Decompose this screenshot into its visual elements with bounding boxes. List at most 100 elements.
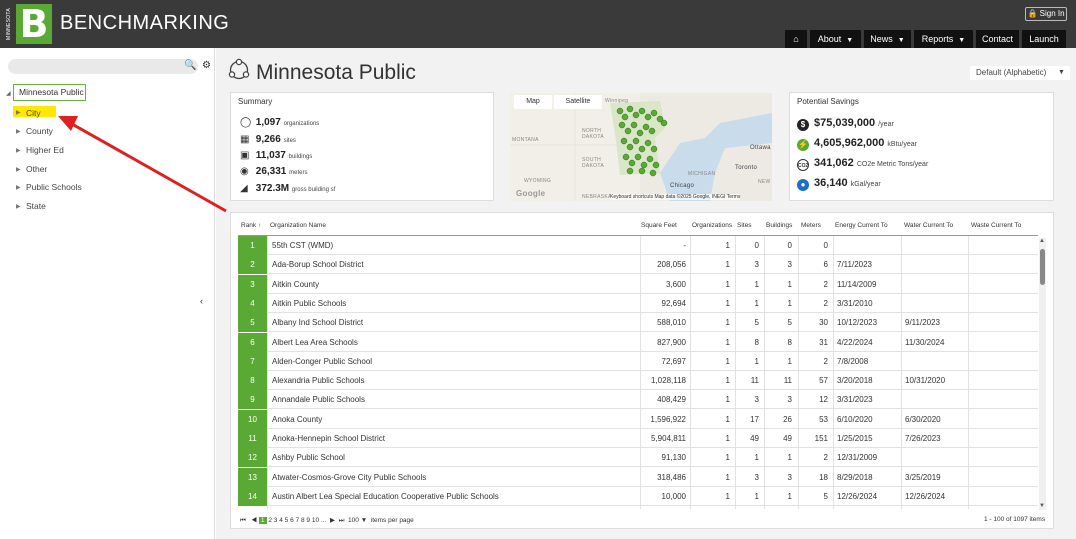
nav-launch[interactable]: Launch [1022,30,1066,48]
name-cell[interactable]: Alden-Conger Public School [272,352,632,371]
brand-title[interactable]: BENCHMARKING [60,12,229,35]
expand-arrow-icon[interactable]: ▶ [16,109,21,116]
table-row[interactable]: 8 Alexandria Public Schools 1,028,118 1 11 11… [238,371,1038,391]
table-row[interactable]: 11 Anoka-Hennepin School District 5,904,81… [238,429,1038,448]
col-organizations[interactable]: Organizations [692,222,732,229]
sign-in-button[interactable]: 🔒 Sign In [1025,7,1067,21]
name-cell[interactable]: Anoka-Hennepin School District [272,429,632,448]
sort-select[interactable]: Default (Alphabetic) ▼ [970,66,1070,80]
col-square-feet[interactable]: Square Feet [641,222,677,229]
nav-contact[interactable]: Contact [976,30,1019,48]
col-meters[interactable]: Meters [801,222,821,229]
scroll-down-icon[interactable]: ▼ [1039,503,1045,509]
nav-reports[interactable]: Reports ▼ [914,30,973,48]
chevron-down-icon: ▼ [846,37,854,44]
page-4[interactable]: 4 [279,517,283,524]
name-cell[interactable]: Aitkin County [272,275,632,294]
col-sites[interactable]: Sites [737,222,751,229]
table-row[interactable]: 2 Ada-Borup School District 208,056 1 3 3 6 7/1… [238,255,1038,275]
table-scrollbar-thumb[interactable] [1040,249,1045,285]
prev-page-button[interactable]: ◀ [251,517,257,524]
nav-news[interactable]: News ▼ [864,30,911,48]
first-page-button[interactable]: ⏮ [240,517,246,524]
search-icon[interactable]: 🔍 [184,60,196,71]
pager: ⏮ ◀ 1 2 3 4 5 6 7 8 9 10 ... ▶ ⏭ 100 ▼ i… [240,516,414,525]
page-5[interactable]: 5 [285,517,289,524]
col-water-current-to[interactable]: Water Current To [904,222,953,229]
col-energy-current-to[interactable]: Energy Current To [835,222,888,229]
expand-arrow-icon[interactable]: ◢ [6,90,11,97]
tree-item-other[interactable]: Other [26,164,47,174]
water-cell: 11/30/2024 [905,337,945,347]
floor-area-icon: ◢ [240,183,248,194]
page-6[interactable]: 6 [290,517,294,524]
logo[interactable]: B [16,4,52,44]
next-page-button[interactable]: ▶ [330,517,335,524]
bldgs-cell: 3 [787,260,792,270]
tree-root-minnesota-public[interactable]: Minnesota Public [13,84,86,101]
page-more[interactable]: ... [321,517,326,524]
page-2[interactable]: 2 [268,517,272,524]
page-3[interactable]: 3 [274,517,278,524]
table-row[interactable]: 7 Alden-Conger Public School 72,697 1 1 1 2 7/8… [238,351,1038,371]
sites-cell: 8 [754,337,759,347]
table-row[interactable]: 6 Albert Lea Area Schools 827,900 1 8 8 31 4/22… [238,332,1038,352]
map[interactable]: Map Satellite Winnipeg NORTH DAKOTA SOUT… [510,93,772,201]
name-cell[interactable]: Ada-Borup School District [272,255,632,274]
nav-about[interactable]: About ▼ [810,30,861,48]
page-size-select[interactable]: 100 ▼ [348,517,367,524]
expand-arrow-icon[interactable]: ▶ [16,147,21,154]
tree-item-state[interactable]: State [26,201,46,211]
tree-item-higher-ed[interactable]: Higher Ed [26,145,64,155]
col-organization-name[interactable]: Organization Name [270,222,326,229]
name-cell[interactable]: Annandale Public Schools [272,390,632,409]
name-cell[interactable]: Austin Albert Lea Special Education Coop… [272,487,632,506]
last-page-button[interactable]: ⏭ [339,517,345,524]
table-row[interactable]: 1 55th CST (WMD) - 1 0 0 0 [238,236,1038,255]
table-row[interactable]: 13 Atwater-Cosmos-Grove City Public Schoo… [238,467,1038,487]
page-7[interactable]: 7 [296,517,300,524]
table-row[interactable]: 10 Anoka County 1,596,922 1 17 26 53 6/10/2020 6… [238,409,1038,429]
table-row[interactable]: 3 Aitkin County 3,600 1 1 1 2 11/14/2009 [238,274,1038,294]
tree-item-public-schools[interactable]: Public Schools [26,182,82,192]
meters-cell: 53 [819,414,828,424]
table-row[interactable]: 5 Albany Ind School District 588,010 1 5 5 30 1… [238,313,1038,333]
col-waste-current-to[interactable]: Waste Current To [971,222,1021,229]
table-row[interactable]: 14 Austin Albert Lea Special Education Co… [238,486,1038,506]
tree-item-county[interactable]: County [26,126,53,136]
sqft-cell: 1,596,922 [650,414,686,424]
search-input[interactable] [8,59,198,74]
name-cell[interactable]: Alexandria Public Schools [272,371,632,390]
table-row[interactable]: 9 Annandale Public Schools 408,429 1 3 3 12 3/3… [238,390,1038,410]
page-9[interactable]: 9 [306,517,310,524]
collapse-sidebar-icon[interactable]: ‹ [200,296,203,306]
page-10[interactable]: 10 [312,517,319,524]
map-credit[interactable]: Keyboard shortcuts Map data ©2025 Google… [610,194,741,200]
name-cell[interactable]: 55th CST (WMD) [272,236,632,255]
tree-item-city[interactable]: City [26,108,41,118]
name-cell[interactable]: Albert Lea Area Schools [272,333,632,352]
energy-cell: 12/26/2024 [837,491,878,501]
page-1[interactable]: 1 [258,517,267,524]
summary-title: Summary [238,97,273,106]
name-cell[interactable]: Ashby Public School [272,448,632,467]
water-drop-icon: ● [797,179,809,191]
sqft-cell: 72,697 [661,356,686,366]
name-cell[interactable]: Aitkin Public Schools [272,294,632,313]
name-cell[interactable]: Anoka County [272,410,632,429]
name-cell[interactable]: Atwater-Cosmos-Grove City Public Schools [272,468,632,487]
expand-arrow-icon[interactable]: ▶ [16,128,21,135]
expand-arrow-icon[interactable]: ▶ [16,184,21,191]
page-8[interactable]: 8 [301,517,305,524]
name-cell[interactable]: Albany Ind School District [272,313,632,332]
scroll-up-icon[interactable]: ▲ [1039,238,1045,244]
table-row[interactable]: 12 Ashby Public School 91,130 1 1 1 2 12/31/200… [238,448,1038,468]
rank-cell: 3 [238,274,267,294]
nav-home[interactable]: ⌂ [785,30,807,48]
expand-arrow-icon[interactable]: ▶ [16,203,21,210]
expand-arrow-icon[interactable]: ▶ [16,166,21,173]
col-rank[interactable]: Rank ↑ [241,222,261,229]
gear-icon[interactable]: ⚙ [202,60,211,71]
col-buildings[interactable]: Buildings [766,222,792,229]
table-row[interactable]: 4 Aitkin Public Schools 92,694 1 1 1 2 3/31/201… [238,293,1038,313]
